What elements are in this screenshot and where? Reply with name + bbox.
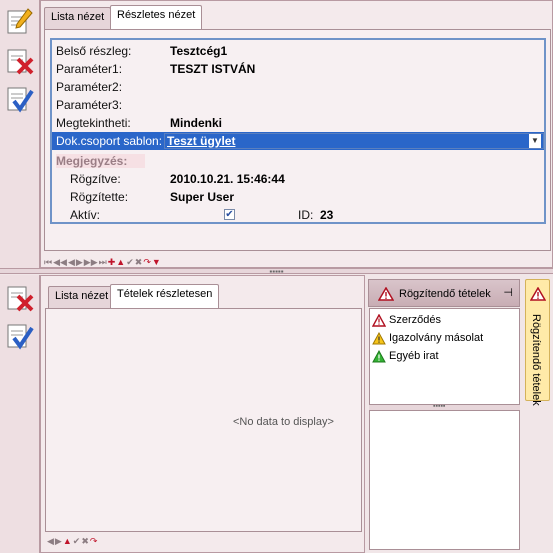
next-icon[interactable]: ▶ xyxy=(55,536,62,547)
template-label: Dok.csoport sablon: xyxy=(56,134,163,148)
list-item-label: Szerződés xyxy=(389,314,441,326)
field-row: Megtekintheti: Mindenki xyxy=(52,114,544,132)
cancel-icon[interactable]: ✖ xyxy=(135,257,143,268)
field-value: TESZT ISTVÁN xyxy=(170,62,256,76)
approve-button[interactable] xyxy=(3,84,35,114)
side-panel-header: Rögzítendő tételek ⊣ xyxy=(368,279,520,307)
field-row: Paraméter2: xyxy=(52,78,544,96)
recorded-by-value: Super User xyxy=(170,190,235,204)
warning-icon xyxy=(378,287,394,301)
prev-icon[interactable]: ◀ xyxy=(68,257,75,268)
delete-button[interactable] xyxy=(3,46,35,76)
bottom-panel: Lista nézet Tételek részletesen <No data… xyxy=(40,275,365,553)
edit-note-icon xyxy=(7,8,33,34)
edit-up-icon[interactable]: ▲ xyxy=(116,257,125,267)
warning-yellow-icon xyxy=(372,332,386,345)
details-form: Belső részleg: Tesztcég1 Paraméter1: TES… xyxy=(50,38,546,224)
field-row: Paraméter3: xyxy=(52,96,544,114)
template-row: Dok.csoport sablon: Teszt ügylet ▼ xyxy=(52,132,544,150)
list-item-label: Igazolvány másolat xyxy=(389,332,484,344)
warning-icon xyxy=(530,287,546,301)
next-page-icon[interactable]: ▶▶ xyxy=(84,257,98,268)
recorded-by-row: Rögzítette: Super User xyxy=(52,188,544,206)
cancel-icon[interactable]: ✖ xyxy=(81,536,89,547)
field-label: Belső részleg: xyxy=(56,44,132,58)
recorded-row: Rögzítve: 2010.10.21. 15:46:44 xyxy=(52,170,544,188)
items-tabpage: <No data to display> xyxy=(45,308,362,532)
bottom-tabbar: Lista nézet Tételek részletesen xyxy=(48,284,358,308)
active-label: Aktív: xyxy=(70,208,101,222)
bottom-left-toolbar xyxy=(0,275,40,553)
field-row: Belső részleg: Tesztcég1 xyxy=(52,42,544,60)
checkmark-document-icon xyxy=(7,87,34,113)
note-label: Megjegyzés: xyxy=(56,154,146,168)
tab-reszletes-nezet[interactable]: Részletes nézet xyxy=(110,5,203,29)
recorded-by-label: Rögzítette: xyxy=(70,190,129,204)
splitter-grip-icon: ▪▪▪▪▪ xyxy=(433,403,446,410)
check-icon[interactable]: ✔ xyxy=(73,536,81,547)
field-label: Megtekintheti: xyxy=(56,116,131,130)
tab-lista-nezet-bottom[interactable]: Lista nézet xyxy=(48,286,116,308)
last-page-icon[interactable]: ⏭ xyxy=(99,257,107,268)
prev-page-icon[interactable]: ◀◀ xyxy=(53,257,67,268)
horizontal-splitter[interactable]: ▪▪▪▪▪ xyxy=(0,268,553,276)
warning-red-icon xyxy=(372,314,386,327)
id-value: 23 xyxy=(320,208,334,222)
bottom-record-navigator: ◀▶▲✔✖↷ xyxy=(47,536,167,550)
tab-tetelek-reszletesen[interactable]: Tételek részletesen xyxy=(110,284,220,308)
field-label: Paraméter1: xyxy=(56,62,123,76)
checkmark-document-icon xyxy=(7,324,34,350)
top-panel: Lista nézet Részletes nézet Belső részle… xyxy=(40,0,553,268)
template-combobox[interactable]: Teszt ügylet ▼ xyxy=(164,133,544,149)
field-value: Mindenki xyxy=(170,116,223,130)
side-detail-box xyxy=(369,410,520,550)
first-page-icon[interactable]: ⏮ xyxy=(44,257,52,268)
edit-up-icon[interactable]: ▲ xyxy=(63,536,72,546)
tab-lista-nezet[interactable]: Lista nézet xyxy=(44,7,112,29)
delete-document-icon xyxy=(7,49,34,75)
top-tabbar: Lista nézet Részletes nézet xyxy=(44,5,549,29)
id-label: ID: xyxy=(298,208,314,222)
active-row: Aktív: ✔ ID: 23 xyxy=(52,206,544,224)
refresh-icon[interactable]: ↷ xyxy=(143,257,151,268)
delete-item-button[interactable] xyxy=(3,283,35,313)
recorded-value: 2010.10.21. 15:46:44 xyxy=(170,172,285,186)
field-row: Paraméter1: TESZT ISTVÁN xyxy=(52,60,544,78)
note-row: Megjegyzés: xyxy=(52,152,544,170)
delete-document-icon xyxy=(7,286,34,312)
prev-icon[interactable]: ◀ xyxy=(47,536,54,547)
field-label: Paraméter2: xyxy=(56,80,123,94)
vertical-tab-label: Rögzítendő tételek xyxy=(530,314,542,406)
edit-button[interactable] xyxy=(3,6,35,36)
chevron-down-icon[interactable]: ▼ xyxy=(529,134,541,148)
triangle-green-icon xyxy=(372,350,386,363)
vertical-tab-rogzitendo[interactable]: Rögzítendő tételek xyxy=(525,279,550,406)
side-panel-title: Rögzítendő tételek xyxy=(399,288,491,300)
active-checkbox[interactable]: ✔ xyxy=(224,209,235,220)
top-left-toolbar xyxy=(0,0,40,268)
list-item-label: Egyéb irat xyxy=(389,350,439,362)
empty-grid-text: <No data to display> xyxy=(233,416,334,428)
add-icon[interactable]: ✚ xyxy=(108,257,116,268)
field-value: Tesztcég1 xyxy=(170,44,228,58)
filter-icon[interactable]: ▼ xyxy=(152,257,161,267)
details-tabpage: Belső részleg: Tesztcég1 Paraméter1: TES… xyxy=(44,29,551,251)
template-value: Teszt ügylet xyxy=(167,134,236,148)
next-icon[interactable]: ▶ xyxy=(76,257,83,268)
approve-item-button[interactable] xyxy=(3,321,35,351)
required-items-list: Szerződés Igazolvány másolat Egyéb irat xyxy=(369,308,520,405)
check-icon[interactable]: ✔ xyxy=(126,257,134,268)
pin-icon[interactable]: ⊣ xyxy=(503,286,513,299)
refresh-icon[interactable]: ↷ xyxy=(90,536,98,547)
recorded-label: Rögzítve: xyxy=(70,172,121,186)
field-label: Paraméter3: xyxy=(56,98,123,112)
